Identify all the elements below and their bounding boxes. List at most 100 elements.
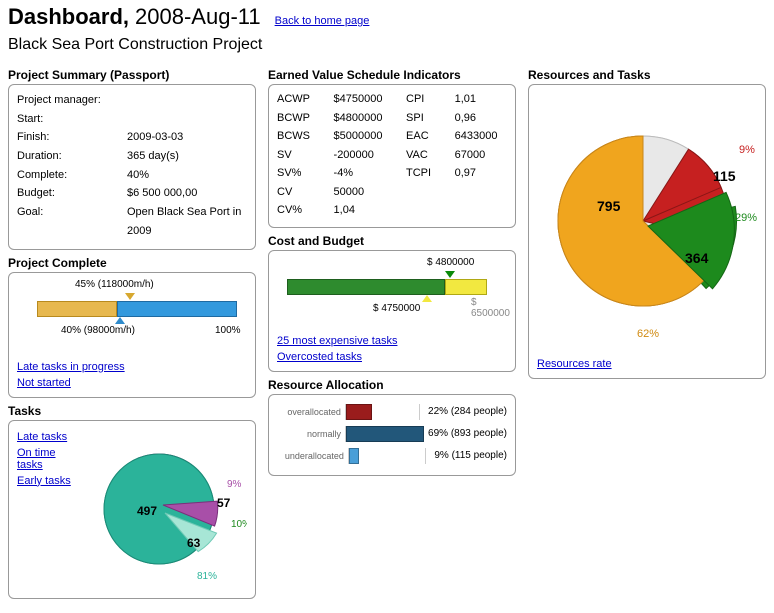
triangle-up-icon (422, 295, 432, 302)
ev-panel: ACWP$4750000CPI1,01BCWP$4800000SPI0,96BC… (268, 84, 516, 228)
ev-cell: TCPI (406, 165, 441, 182)
project-complete-panel: 45% (118000m/h) 40% (98000m/h) 100% Late… (8, 272, 256, 398)
back-to-home-link[interactable]: Back to home page (275, 15, 370, 27)
project-complete-link[interactable]: Late tasks in progress (17, 361, 125, 373)
ev-cell: $4750000 (334, 91, 392, 108)
tasks-link[interactable]: Early tasks (17, 475, 71, 487)
summary-value: 40% (127, 166, 247, 185)
cost-budget-link[interactable]: 25 most expensive tasks (277, 335, 397, 347)
ev-cell: 1,01 (455, 91, 507, 108)
ra-pct: 9% (115 people) (426, 450, 507, 461)
summary-key: Budget: (17, 184, 127, 203)
cost-title: Cost and Budget (268, 234, 516, 248)
pc-bottom-label: 40% (98000m/h) (61, 325, 135, 336)
ev-cell: ACWP (277, 91, 320, 108)
tasks-link[interactable]: On time tasks (17, 447, 81, 471)
ra-pct: 69% (893 people) (420, 428, 507, 439)
ev-cell: 0,96 (455, 110, 507, 127)
summary-row: Goal:Open Black Sea Port in 2009 (17, 203, 247, 240)
pie-val-115: 115 (713, 168, 736, 184)
ev-cell: BCWP (277, 110, 320, 127)
summary-key: Project manager: (17, 91, 127, 110)
page-header: Dashboard, 2008-Aug-11 Back to home page (8, 4, 766, 30)
ev-cell: -200000 (334, 147, 392, 164)
tasks-link[interactable]: Late tasks (17, 431, 67, 443)
project-name: Black Sea Port Construction Project (8, 36, 766, 54)
ev-cell: CPI (406, 91, 441, 108)
summary-value: $6 500 000,00 (127, 184, 247, 203)
pie-value-a: 497 (137, 504, 157, 518)
ra-bar-track (345, 426, 420, 442)
resources-panel: 795 115 364 9% 29% 62% Resources rate (528, 84, 766, 379)
ev-title: Earned Value Schedule Indicators (268, 68, 516, 82)
ev-cell: CV% (277, 202, 320, 219)
ev-cell: 50000 (334, 184, 392, 201)
ev-cell (406, 184, 441, 201)
pc-end-label: 100% (215, 325, 241, 336)
title-date: 2008-Aug-11 (135, 4, 261, 30)
title-text: Dashboard, (8, 4, 129, 30)
pie-pct-62: 62% (637, 328, 659, 340)
summary-key: Duration: (17, 147, 127, 166)
summary-key: Goal: (17, 203, 127, 240)
tasks-panel: Late tasks On time tasks Early tasks (8, 420, 256, 599)
ev-cell (455, 184, 507, 201)
summary-row: Start: (17, 110, 247, 129)
ev-cell: VAC (406, 147, 441, 164)
cost-budget-link[interactable]: Overcosted tasks (277, 351, 362, 363)
project-complete-title: Project Complete (8, 256, 256, 270)
triangle-up-icon (115, 317, 125, 324)
ev-cell: BCWS (277, 128, 320, 145)
ev-cell: CV (277, 184, 320, 201)
cost-chart: $ 4800000 $ 4750000 $ 6500000 (277, 257, 507, 331)
summary-key: Finish: (17, 128, 127, 147)
ev-cell: SV (277, 147, 320, 164)
ra-pct: 22% (284 people) (420, 406, 507, 417)
cb-top-label: $ 4800000 (427, 257, 474, 268)
summary-row: Duration:365 day(s) (17, 147, 247, 166)
pie-val-364: 364 (685, 250, 709, 266)
summary-value (127, 110, 247, 129)
ev-cell: 1,04 (334, 202, 392, 219)
ev-cell: 67000 (455, 147, 507, 164)
pie-val-795: 795 (597, 198, 621, 214)
triangle-down-icon (445, 271, 455, 278)
summary-value: 2009-03-03 (127, 128, 247, 147)
summary-key: Complete: (17, 166, 127, 185)
tasks-title: Tasks (8, 404, 256, 418)
ev-cell: $4800000 (334, 110, 392, 127)
summary-row: Finish:2009-03-03 (17, 128, 247, 147)
ev-cell (406, 202, 441, 219)
pie-pct-9: 9% (739, 144, 755, 156)
resources-rate-link[interactable]: Resources rate (537, 358, 612, 370)
ra-row: normally 69% (893 people) (277, 423, 507, 445)
summary-title: Project Summary (Passport) (8, 68, 256, 82)
ev-cell: EAC (406, 128, 441, 145)
summary-value: Open Black Sea Port in 2009 (127, 203, 247, 240)
project-complete-chart: 45% (118000m/h) 40% (98000m/h) 100% (17, 279, 247, 357)
project-complete-link[interactable]: Not started (17, 377, 71, 389)
summary-panel: Project manager:Start:Finish:2009-03-03D… (8, 84, 256, 250)
pie-value-c: 63 (187, 536, 201, 550)
ev-cell: $5000000 (334, 128, 392, 145)
ev-cell (455, 202, 507, 219)
pc-actual-bar (37, 301, 117, 317)
ra-row: overallocated 22% (284 people) (277, 401, 507, 423)
summary-row: Budget:$6 500 000,00 (17, 184, 247, 203)
resources-title: Resources and Tasks (528, 68, 766, 82)
cb-spent-bar (287, 279, 445, 295)
cost-panel: $ 4800000 $ 4750000 $ 6500000 25 most ex… (268, 250, 516, 372)
cb-remaining-bar (445, 279, 487, 295)
ra-label: underallocated (277, 451, 348, 461)
ra-label: overallocated (277, 407, 345, 417)
ra-label: normally (277, 429, 345, 439)
ra-title: Resource Allocation (268, 378, 516, 392)
ev-cell: 6433000 (455, 128, 507, 145)
pie-value-b: 57 (217, 496, 231, 510)
summary-row: Complete:40% (17, 166, 247, 185)
summary-key: Start: (17, 110, 127, 129)
pc-top-label: 45% (118000m/h) (75, 279, 154, 290)
resources-pie-chart: 795 115 364 9% 29% 62% (537, 91, 757, 354)
triangle-down-icon (125, 293, 135, 300)
cb-track (287, 279, 507, 295)
